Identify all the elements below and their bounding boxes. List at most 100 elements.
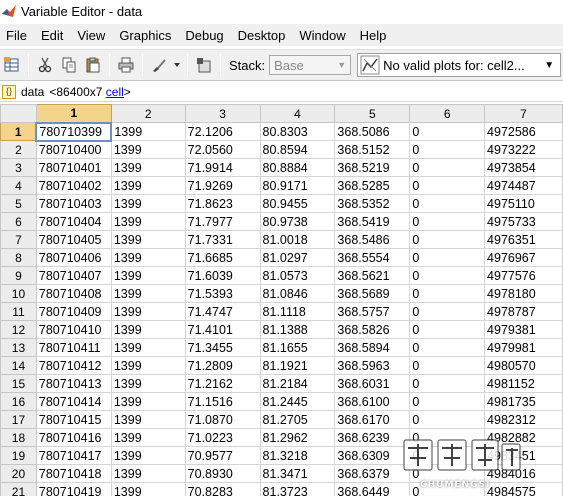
table-cell[interactable]: 1399 bbox=[110, 248, 186, 267]
variable-class-link[interactable]: cell bbox=[106, 85, 124, 99]
table-cell[interactable]: 368.6170 bbox=[334, 410, 411, 429]
table-cell[interactable]: 81.1388 bbox=[259, 320, 336, 339]
table-cell[interactable]: 780710411 bbox=[35, 338, 112, 357]
table-cell[interactable]: 4981152 bbox=[484, 374, 563, 393]
row-header[interactable]: 16 bbox=[0, 392, 37, 411]
table-cell[interactable]: 71.9914 bbox=[184, 158, 261, 177]
row-header[interactable]: 4 bbox=[0, 176, 37, 195]
table-cell[interactable]: 1399 bbox=[110, 410, 186, 429]
table-cell[interactable]: 780710416 bbox=[35, 428, 112, 447]
table-cell[interactable]: 1399 bbox=[110, 338, 186, 357]
table-cell[interactable]: 4974487 bbox=[484, 176, 563, 195]
row-header[interactable]: 2 bbox=[0, 140, 37, 159]
column-header[interactable]: 6 bbox=[409, 104, 486, 123]
cut-button[interactable] bbox=[34, 54, 56, 76]
table-cell[interactable]: 780710414 bbox=[35, 392, 112, 411]
stack-select[interactable]: Base ▼ bbox=[269, 55, 352, 75]
row-header[interactable]: 19 bbox=[0, 446, 37, 465]
table-cell[interactable]: 72.1206 bbox=[184, 122, 261, 141]
table-cell[interactable]: 368.5486 bbox=[334, 230, 411, 249]
table-cell[interactable]: 368.6100 bbox=[334, 392, 411, 411]
table-cell[interactable]: 71.9269 bbox=[184, 176, 261, 195]
table-cell[interactable]: 0 bbox=[409, 392, 486, 411]
table-cell[interactable]: 80.9455 bbox=[259, 194, 336, 213]
table-cell[interactable]: 71.2162 bbox=[184, 374, 261, 393]
table-cell[interactable]: 0 bbox=[409, 248, 486, 267]
table-cell[interactable]: 1399 bbox=[110, 140, 186, 159]
table-cell[interactable]: 71.6685 bbox=[184, 248, 261, 267]
row-header[interactable]: 13 bbox=[0, 338, 37, 357]
table-cell[interactable]: 0 bbox=[409, 410, 486, 429]
table-cell[interactable]: 780710408 bbox=[35, 284, 112, 303]
table-cell[interactable]: 80.8303 bbox=[259, 122, 336, 141]
table-cell[interactable]: 4975733 bbox=[484, 212, 563, 231]
table-cell[interactable]: 368.5963 bbox=[334, 356, 411, 375]
column-header[interactable]: 3 bbox=[184, 104, 261, 123]
table-cell[interactable]: 81.3471 bbox=[259, 464, 336, 483]
table-cell[interactable]: 1399 bbox=[110, 194, 186, 213]
table-cell[interactable]: 780710407 bbox=[35, 266, 112, 285]
row-header[interactable]: 14 bbox=[0, 356, 37, 375]
table-cell[interactable]: 1399 bbox=[110, 158, 186, 177]
table-cell[interactable]: 780710415 bbox=[35, 410, 112, 429]
table-cell[interactable]: 1399 bbox=[110, 428, 186, 447]
table-cell[interactable]: 368.5689 bbox=[334, 284, 411, 303]
table-cell[interactable]: 4978787 bbox=[484, 302, 563, 321]
table-cell[interactable]: 1399 bbox=[110, 446, 186, 465]
table-cell[interactable]: 1399 bbox=[110, 392, 186, 411]
row-header[interactable]: 6 bbox=[0, 212, 37, 231]
column-header[interactable]: 5 bbox=[334, 104, 411, 123]
menu-file[interactable]: File bbox=[0, 28, 34, 43]
row-header[interactable]: 21 bbox=[0, 482, 37, 496]
row-header[interactable]: 7 bbox=[0, 230, 37, 249]
table-cell[interactable]: 780710399 bbox=[35, 121, 113, 142]
print-button[interactable] bbox=[115, 54, 137, 76]
table-cell[interactable]: 81.2962 bbox=[259, 428, 336, 447]
table-cell[interactable]: 71.4747 bbox=[184, 302, 261, 321]
table-cell[interactable]: 4977576 bbox=[484, 266, 563, 285]
table-cell[interactable]: 780710409 bbox=[35, 302, 112, 321]
table-cell[interactable]: 0 bbox=[409, 266, 486, 285]
table-cell[interactable]: 780710412 bbox=[35, 356, 112, 375]
table-cell[interactable]: 0 bbox=[409, 140, 486, 159]
table-cell[interactable]: 71.3455 bbox=[184, 338, 261, 357]
table-cell[interactable]: 368.5086 bbox=[334, 122, 411, 141]
table-cell[interactable]: 780710405 bbox=[35, 230, 112, 249]
table-cell[interactable]: 780710418 bbox=[35, 464, 112, 483]
row-header[interactable]: 17 bbox=[0, 410, 37, 429]
table-cell[interactable]: 780710404 bbox=[35, 212, 112, 231]
row-header[interactable]: 5 bbox=[0, 194, 37, 213]
row-header[interactable]: 11 bbox=[0, 302, 37, 321]
table-cell[interactable]: 0 bbox=[409, 356, 486, 375]
table-cell[interactable]: 1399 bbox=[110, 482, 186, 496]
table-cell[interactable]: 0 bbox=[409, 158, 486, 177]
plots-select[interactable]: No valid plots for: cell2... ▼ bbox=[357, 53, 562, 77]
table-cell[interactable]: 1399 bbox=[110, 230, 186, 249]
table-cell[interactable]: 71.5393 bbox=[184, 284, 261, 303]
menu-edit[interactable]: Edit bbox=[34, 28, 70, 43]
table-cell[interactable]: 0 bbox=[409, 122, 486, 141]
table-cell[interactable]: 4978180 bbox=[484, 284, 563, 303]
table-cell[interactable]: 1399 bbox=[110, 302, 186, 321]
table-cell[interactable]: 80.8594 bbox=[259, 140, 336, 159]
table-cell[interactable]: 81.3218 bbox=[259, 446, 336, 465]
grid-corner[interactable] bbox=[0, 104, 37, 123]
menu-view[interactable]: View bbox=[70, 28, 112, 43]
table-cell[interactable]: 81.3723 bbox=[259, 482, 336, 496]
table-cell[interactable]: 0 bbox=[409, 176, 486, 195]
table-cell[interactable]: 81.1655 bbox=[259, 338, 336, 357]
table-cell[interactable]: 368.5152 bbox=[334, 140, 411, 159]
table-cell[interactable]: 368.5285 bbox=[334, 176, 411, 195]
brush-dropdown-button[interactable] bbox=[172, 54, 182, 76]
table-cell[interactable]: 4981735 bbox=[484, 392, 563, 411]
table-cell[interactable]: 80.9171 bbox=[259, 176, 336, 195]
table-cell[interactable]: 4980570 bbox=[484, 356, 563, 375]
table-cell[interactable]: 0 bbox=[409, 284, 486, 303]
table-cell[interactable]: 72.0560 bbox=[184, 140, 261, 159]
table-cell[interactable]: 0 bbox=[409, 212, 486, 231]
table-cell[interactable]: 4979981 bbox=[484, 338, 563, 357]
table-cell[interactable]: 368.5352 bbox=[334, 194, 411, 213]
table-cell[interactable]: 1399 bbox=[110, 320, 186, 339]
row-header[interactable]: 1 bbox=[0, 122, 37, 141]
table-cell[interactable]: 71.7331 bbox=[184, 230, 261, 249]
